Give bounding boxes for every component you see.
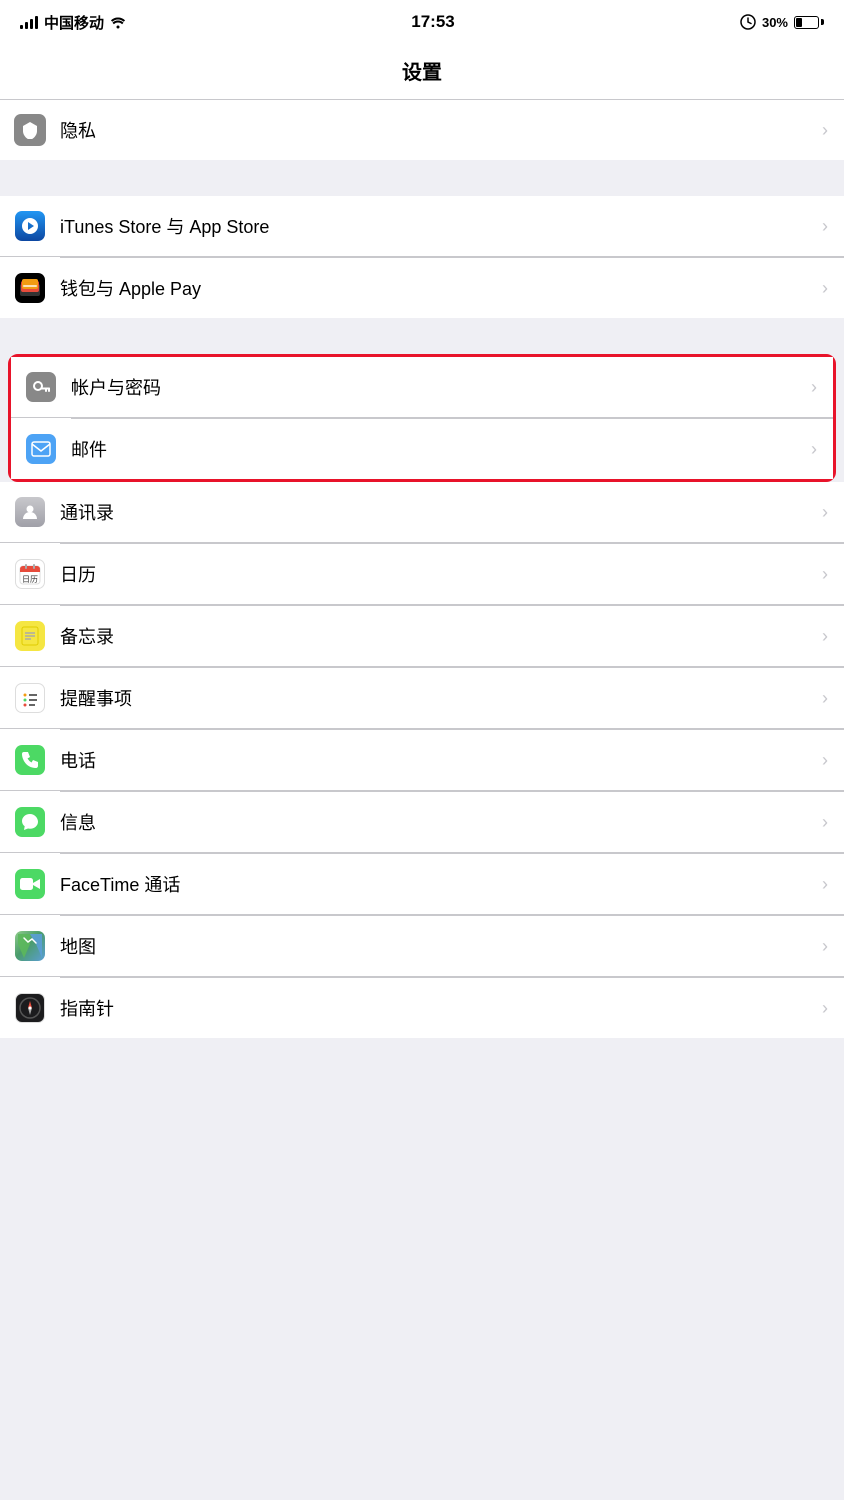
maps-svg [18, 934, 42, 958]
settings-item-calendar[interactable]: 日历 日历 › [0, 544, 844, 605]
privacy-icon [14, 114, 46, 146]
battery-indicator [794, 16, 824, 29]
wallet-icon-wrapper [0, 258, 60, 318]
settings-item-accounts[interactable]: 帐户与密码 › [11, 357, 833, 418]
accounts-label: 帐户与密码 [71, 362, 803, 412]
phone-label: 电话 [60, 735, 814, 785]
accounts-chevron: › [811, 377, 817, 398]
status-right: 30% [740, 14, 824, 30]
notes-label: 备忘录 [60, 611, 814, 661]
settings-group-privacy: 隐私 › [0, 100, 844, 160]
compass-label: 指南针 [60, 983, 814, 1033]
section-divider-1 [0, 160, 844, 196]
compass-chevron: › [822, 998, 828, 1019]
compass-svg [19, 997, 41, 1019]
lock-rotation-icon [740, 14, 756, 30]
reminders-chevron: › [822, 688, 828, 709]
compass-icon [15, 993, 45, 1023]
mail-chevron: › [811, 439, 817, 460]
status-time: 17:53 [411, 12, 454, 32]
settings-item-notes[interactable]: 备忘录 › [0, 606, 844, 667]
messages-icon-wrapper [0, 792, 60, 852]
maps-icon [15, 931, 45, 961]
carrier-label: 中国移动 [44, 12, 104, 33]
battery-percent-label: 30% [762, 15, 788, 30]
status-left: 中国移动 [20, 12, 126, 33]
phone-icon-wrapper [0, 730, 60, 790]
itunes-chevron: › [822, 216, 828, 237]
notes-icon-wrapper [0, 606, 60, 666]
settings-item-phone[interactable]: 电话 › [0, 730, 844, 791]
settings-item-messages[interactable]: 信息 › [0, 792, 844, 853]
reminders-label: 提醒事项 [60, 673, 814, 723]
settings-item-facetime[interactable]: FaceTime 通话 › [0, 854, 844, 915]
settings-item-wallet[interactable]: 钱包与 Apple Pay › [0, 258, 844, 318]
contacts-icon [15, 497, 45, 527]
page-title: 设置 [0, 44, 844, 100]
settings-item-contacts[interactable]: 通讯录 › [0, 482, 844, 543]
itunes-icon-wrapper [0, 196, 60, 256]
calendar-icon: 日历 [15, 559, 45, 589]
settings-group-store: iTunes Store 与 App Store › 钱包与 Apple Pay… [0, 196, 844, 318]
phone-chevron: › [822, 750, 828, 771]
settings-item-privacy[interactable]: 隐私 › [0, 100, 844, 160]
svg-text:日历: 日历 [22, 575, 38, 584]
facetime-chevron: › [822, 874, 828, 895]
facetime-icon [15, 869, 45, 899]
messages-icon [15, 807, 45, 837]
notes-icon [15, 621, 45, 651]
notes-svg [21, 626, 39, 646]
settings-item-maps[interactable]: 地图 › [0, 916, 844, 977]
privacy-icon-wrapper [0, 100, 60, 160]
section-divider-2 [0, 318, 844, 354]
mail-label: 邮件 [71, 424, 803, 474]
accounts-icon-wrapper [11, 357, 71, 417]
accounts-icon [26, 372, 56, 402]
contacts-icon-wrapper [0, 482, 60, 542]
facetime-icon-wrapper [0, 854, 60, 914]
settings-item-itunes[interactable]: iTunes Store 与 App Store › [0, 196, 844, 257]
itunes-label: iTunes Store 与 App Store [60, 201, 814, 251]
messages-label: 信息 [60, 797, 814, 847]
calendar-label: 日历 [60, 549, 814, 599]
contacts-label: 通讯录 [60, 487, 814, 537]
calendar-icon-wrapper: 日历 [0, 544, 60, 604]
phone-icon [15, 745, 45, 775]
privacy-chevron: › [822, 120, 828, 141]
calendar-svg: 日历 [19, 563, 41, 585]
notes-chevron: › [822, 626, 828, 647]
privacy-label: 隐私 [60, 105, 814, 155]
wifi-icon [110, 15, 126, 29]
mail-icon [26, 434, 56, 464]
facetime-label: FaceTime 通话 [60, 859, 814, 909]
highlight-group: 帐户与密码 › 邮件 › [8, 354, 836, 482]
settings-item-compass[interactable]: 指南针 › [0, 978, 844, 1038]
maps-chevron: › [822, 936, 828, 957]
itunes-icon [15, 211, 45, 241]
settings-item-mail[interactable]: 邮件 › [11, 419, 833, 479]
maps-icon-wrapper [0, 916, 60, 976]
compass-icon-wrapper [0, 978, 60, 1038]
contacts-chevron: › [822, 502, 828, 523]
wallet-icon [15, 273, 45, 303]
maps-label: 地图 [60, 921, 814, 971]
messages-chevron: › [822, 812, 828, 833]
calendar-chevron: › [822, 564, 828, 585]
mail-icon-wrapper [11, 419, 71, 479]
wallet-chevron: › [822, 278, 828, 299]
wallet-cards-svg [19, 279, 41, 297]
status-bar: 中国移动 17:53 30% [0, 0, 844, 44]
settings-item-reminders[interactable]: 提醒事项 › [0, 668, 844, 729]
reminders-icon [15, 683, 45, 713]
reminders-svg [20, 688, 40, 708]
wallet-label: 钱包与 Apple Pay [60, 263, 814, 313]
signal-bars [20, 15, 38, 29]
settings-group-apps: 通讯录 › 日历 日历 › [0, 482, 844, 1038]
reminders-icon-wrapper [0, 668, 60, 728]
